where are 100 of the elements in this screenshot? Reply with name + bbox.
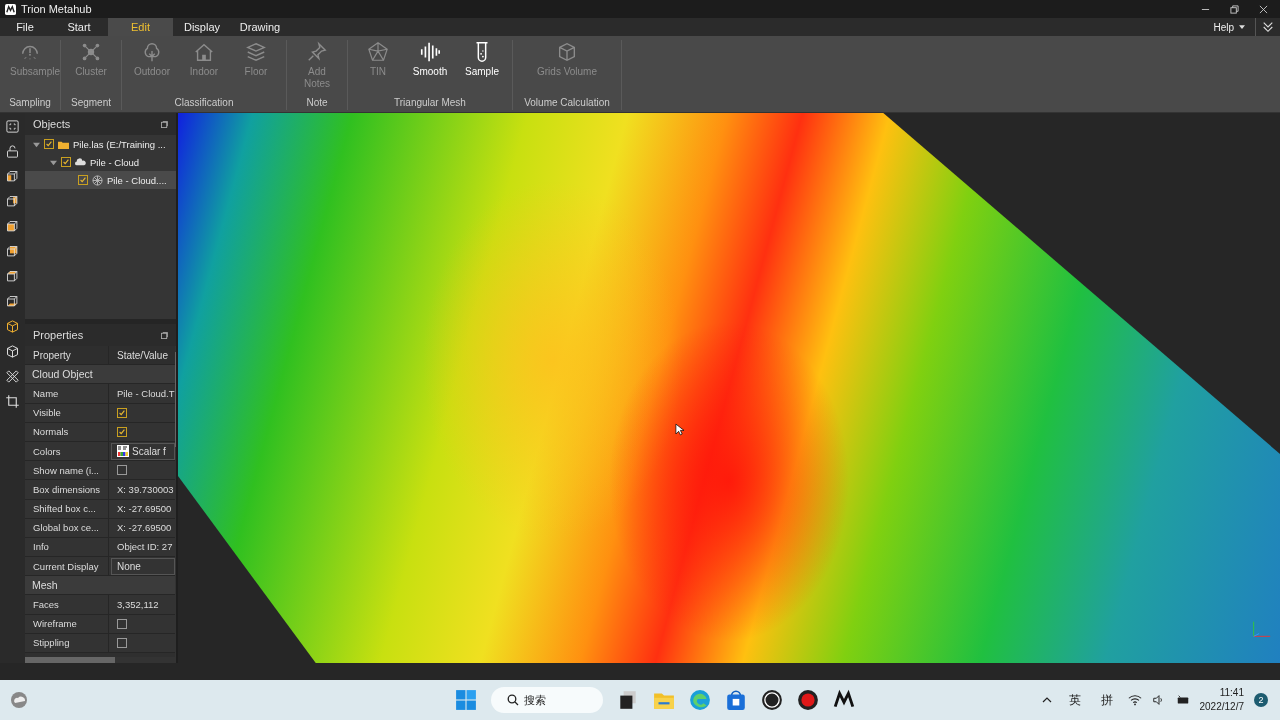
input-method-indicator[interactable]: 英 (1068, 691, 1081, 709)
checkbox[interactable] (78, 175, 88, 185)
mouse-cursor-icon (675, 423, 684, 436)
pin-icon (306, 41, 328, 63)
color-dropdown[interactable]: Scalar f (111, 442, 175, 460)
column-header: Property (25, 346, 109, 365)
group-label: Note (306, 97, 328, 110)
cube-icon[interactable] (5, 169, 20, 184)
tree-item[interactable]: Pile.las (E:/Training ... (25, 135, 176, 153)
axis-gizmo-icon (1250, 619, 1272, 639)
layers-icon (245, 41, 267, 63)
group-label: Sampling (9, 97, 51, 110)
cloud-icon (75, 156, 86, 168)
scalar-field-icon (117, 445, 129, 458)
expand-arrow-icon[interactable] (50, 158, 57, 166)
property-name: Faces (25, 595, 109, 614)
section-header: Cloud Object (31, 368, 93, 381)
cube-icon[interactable] (5, 269, 20, 284)
cube-icon[interactable] (5, 344, 20, 359)
nodes-icon (80, 41, 102, 63)
menu-tab[interactable]: Edit (108, 18, 173, 36)
battery-icon[interactable] (1175, 694, 1190, 706)
cube-icon[interactable] (5, 219, 20, 234)
section-header: Mesh (31, 579, 58, 592)
property-value: 3,352,112 (116, 598, 160, 613)
checkbox[interactable] (117, 637, 127, 648)
group-label: Segment (71, 97, 111, 110)
checkbox[interactable] (117, 465, 127, 476)
property-name: Normals (25, 422, 109, 441)
crop-icon[interactable] (5, 394, 20, 409)
group-label: Triangular Mesh (394, 97, 466, 110)
clock-time[interactable]: 11:41 (1219, 686, 1244, 700)
property-name: Visible (25, 403, 109, 422)
menu-tab[interactable]: Display (173, 18, 231, 36)
menu-tab[interactable]: File (0, 18, 50, 36)
property-name: Info (25, 537, 109, 557)
caret-icon (1239, 25, 1245, 29)
start-icon[interactable] (455, 689, 477, 711)
cube-icon (556, 41, 578, 63)
ribbon-tool[interactable]: Smooth (404, 40, 456, 97)
undock-icon[interactable] (161, 120, 168, 128)
checkbox[interactable] (61, 157, 71, 167)
cube-icon[interactable] (5, 294, 20, 309)
group-label: Volume Calculation (524, 97, 610, 110)
panel-title: Objects (33, 118, 71, 130)
cube-icon[interactable] (5, 194, 20, 209)
pentagon-icon (367, 41, 389, 63)
property-value: X: -27.69500 (116, 502, 173, 517)
notification-badge[interactable]: 2 (1254, 693, 1268, 707)
cube-icon[interactable] (5, 244, 20, 259)
group-label: Classification (174, 97, 234, 110)
close-icon[interactable] (1259, 4, 1268, 14)
cross-icon[interactable] (5, 369, 20, 384)
property-name: Colors (25, 441, 109, 461)
display-dropdown[interactable]: None (111, 557, 175, 575)
property-name: Global box ce... (25, 518, 109, 537)
property-value: Object ID: 27 (116, 540, 174, 555)
app-logo-icon (5, 3, 16, 15)
cube-icon[interactable] (5, 319, 20, 334)
record-icon[interactable] (797, 689, 819, 711)
tree-item[interactable]: Pile - Cloud.... (25, 171, 176, 189)
property-value: Pile - Cloud.T (116, 386, 175, 401)
property-value: X: 39.730003 (116, 482, 175, 497)
checkbox[interactable] (117, 426, 127, 437)
clock-date[interactable]: 2022/12/7 (1199, 700, 1244, 714)
frame-icon[interactable] (5, 119, 20, 134)
unlock-icon[interactable] (5, 144, 20, 159)
scrollbar-thumb[interactable] (174, 352, 176, 447)
checkbox[interactable] (44, 139, 54, 149)
undock-icon[interactable] (161, 331, 168, 339)
menu-tab[interactable]: Drawing (231, 18, 289, 36)
task-view-icon[interactable] (617, 689, 639, 711)
restore-icon[interactable] (1230, 4, 1239, 14)
store-icon[interactable] (725, 689, 747, 711)
property-name: Show name (i... (25, 461, 109, 480)
property-name: Name (25, 384, 109, 403)
input-method-indicator[interactable]: 拼 (1100, 691, 1113, 709)
weather-icon[interactable] (9, 690, 29, 710)
column-header: State/Value (116, 348, 169, 363)
expand-arrow-icon[interactable] (33, 140, 40, 148)
house-icon (193, 41, 215, 63)
property-name: Wireframe (25, 614, 109, 633)
property-name: Stippling (25, 633, 109, 652)
menu-tab[interactable]: Start (50, 18, 108, 36)
wifi-icon[interactable] (1127, 694, 1142, 706)
checkbox[interactable] (117, 618, 127, 629)
property-value: X: -27.69500 (116, 521, 173, 536)
property-name: Box dimensions (25, 480, 109, 499)
dell-logo-icon[interactable] (761, 689, 783, 711)
mesh-icon (92, 174, 103, 186)
ribbon-tool[interactable]: Sample (456, 40, 508, 97)
window-title: Trion Metahub (21, 3, 92, 15)
scrollbar-thumb[interactable] (25, 657, 115, 663)
property-name: Current Display (25, 557, 109, 576)
collapse-ribbon-icon[interactable] (1262, 21, 1274, 33)
tree-item[interactable]: Pile - Cloud (25, 153, 176, 171)
panel-title: Properties (33, 329, 84, 341)
search-icon (507, 694, 519, 706)
checkbox[interactable] (117, 407, 127, 418)
search-field[interactable]: 搜索 (491, 687, 603, 713)
